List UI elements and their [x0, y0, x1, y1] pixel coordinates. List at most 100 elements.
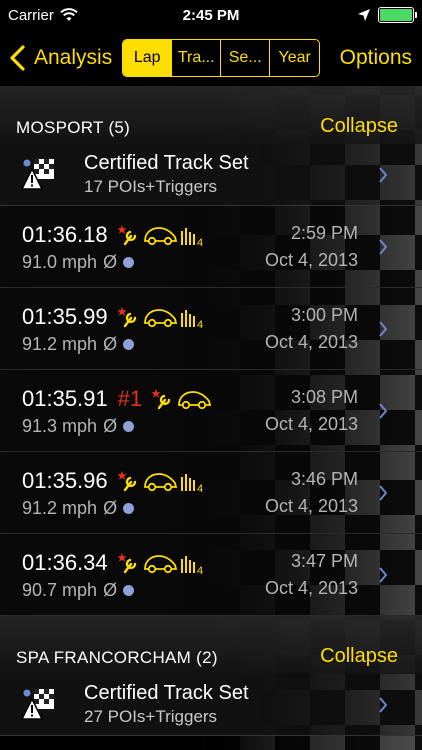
gps-signal-icon: 4: [180, 228, 203, 247]
lap-clock-time: 3:46 PM: [290, 468, 358, 489]
collapse-button[interactable]: Collapse: [320, 115, 398, 138]
lap-row-line1: 01:35.99 4: [22, 302, 265, 332]
lap-list[interactable]: MOSPORT (5) Collapse Certified Track Set…: [0, 86, 422, 750]
lap-date: Oct 4, 2013: [264, 413, 358, 434]
lap-row-line1: 01:35.91 #1: [22, 384, 265, 414]
lap-row[interactable]: 01:35.99 4 91.2 mph Ø 3:00 PM Oct 4, 2013: [0, 288, 422, 370]
starred-wrench-icon: [116, 307, 136, 328]
chevron-right-icon: [379, 320, 388, 337]
average-symbol: Ø: [103, 252, 118, 272]
lap-row[interactable]: 01:35.91 #1 91.3 mph Ø 3:08 PM Oct 4, 2013: [0, 370, 422, 452]
chevron-right-icon: [379, 238, 388, 255]
lap-icons: 4: [116, 551, 206, 575]
lap-clock-time: 3:08 PM: [290, 386, 358, 407]
lap-time: 01:35.96: [22, 468, 108, 493]
lap-row-line1: 01:36.18 4: [22, 220, 265, 250]
lap-icons: 4: [116, 223, 206, 247]
certified-track-set-title: Certified Track Set: [84, 152, 249, 174]
average-symbol: Ø: [103, 580, 118, 600]
lap-row-right: 2:59 PM Oct 4, 2013: [265, 223, 422, 271]
lap-rows: 01:36.18 4 91.0 mph Ø 2:59 PM Oct 4, 2013 01:3…: [0, 206, 422, 616]
wifi-icon: [60, 8, 78, 21]
collapse-button[interactable]: Collapse: [320, 645, 398, 668]
lap-icons: [150, 387, 212, 411]
lap-time: 01:36.34: [22, 550, 108, 575]
car-icon: [143, 227, 177, 246]
car-icon: [178, 391, 212, 410]
lap-row-left: 01:36.18 4 91.0 mph Ø: [22, 220, 265, 273]
gps-signal-value: 4: [197, 237, 203, 247]
track-set-warning-icon: [20, 158, 54, 190]
lap-row-line2: 91.2 mph Ø: [22, 334, 265, 355]
chevron-right-icon: [379, 402, 388, 419]
lap-date: Oct 4, 2013: [264, 331, 358, 352]
average-speed: 91.3 mph: [22, 416, 98, 436]
lap-row-right: 3:00 PM Oct 4, 2013: [265, 305, 422, 353]
options-button[interactable]: Options: [340, 46, 412, 70]
segmented-control: Lap Tra... Se... Year: [122, 39, 321, 77]
location-arrow-icon: [358, 9, 370, 21]
lap-clock-time: 3:47 PM: [290, 550, 358, 571]
lap-time: 01:35.91: [22, 386, 108, 411]
certified-track-set-text: Certified Track Set 17 POIs+Triggers: [84, 152, 249, 197]
lap-row-line2: 90.7 mph Ø: [22, 580, 265, 601]
segment-track[interactable]: Tra...: [172, 40, 222, 76]
lap-row-left: 01:36.34 4 90.7 mph Ø: [22, 548, 265, 601]
gps-signal-icon: 4: [180, 310, 203, 329]
gps-signal-icon: 4: [180, 556, 203, 575]
average-symbol: Ø: [103, 334, 118, 354]
gps-signal-value: 4: [197, 483, 203, 493]
status-dot-icon: [123, 257, 135, 268]
lap-row-line2: 91.0 mph Ø: [22, 252, 265, 273]
certified-track-set-row[interactable]: Certified Track Set 17 POIs+Triggers: [0, 144, 422, 206]
segment-session[interactable]: Se...: [221, 40, 271, 76]
lap-row-right: 3:47 PM Oct 4, 2013: [265, 551, 422, 599]
lap-date: Oct 4, 2013: [264, 495, 358, 516]
average-speed: 91.2 mph: [22, 498, 98, 518]
lap-time: 01:35.99: [22, 304, 108, 329]
status-dot-icon: [123, 421, 135, 432]
navigation-bar: Analysis Lap Tra... Se... Year Options: [0, 30, 422, 86]
lap-row-left: 01:35.99 4 91.2 mph Ø: [22, 302, 265, 355]
gps-signal-value: 4: [197, 565, 203, 575]
lap-row-line2: 91.3 mph Ø: [22, 416, 265, 437]
certified-track-set-title: Certified Track Set: [84, 682, 249, 704]
section-title: SPA FRANCORCHAM (2): [16, 648, 218, 667]
lap-row-right: 3:08 PM Oct 4, 2013: [265, 387, 422, 435]
back-button[interactable]: Analysis: [0, 30, 112, 86]
certified-track-set-subtitle: 17 POIs+Triggers: [84, 177, 218, 196]
lap-date: Oct 4, 2013: [264, 249, 358, 270]
lap-row[interactable]: 01:35.96 4 91.2 mph Ø 3:46 PM Oct 4, 2013: [0, 452, 422, 534]
lap-row-line1: 01:36.34 4: [22, 548, 265, 578]
lap-row[interactable]: 01:36.18 4 91.0 mph Ø 2:59 PM Oct 4, 2013: [0, 206, 422, 288]
segment-lap[interactable]: Lap: [123, 40, 173, 76]
chevron-right-icon: [379, 566, 388, 583]
status-left: Carrier: [8, 7, 78, 24]
average-symbol: Ø: [103, 498, 118, 518]
starred-wrench-icon: [116, 553, 136, 574]
status-bar: Carrier 2:45 PM: [0, 0, 422, 30]
gps-signal-icon: 4: [180, 474, 203, 493]
certified-track-set-subtitle: 27 POIs+Triggers: [84, 707, 218, 726]
car-icon: [143, 309, 177, 328]
certified-track-set-row[interactable]: Certified Track Set 27 POIs+Triggers: [0, 674, 422, 736]
car-icon: [143, 555, 177, 574]
lap-icons: 4: [116, 305, 206, 329]
back-button-label: Analysis: [34, 46, 113, 69]
lap-rank-badge: #1: [117, 386, 143, 411]
lap-row-line2: 91.2 mph Ø: [22, 498, 265, 519]
segment-year[interactable]: Year: [270, 40, 319, 76]
chevron-right-icon: [379, 696, 388, 713]
status-dot-icon: [123, 503, 135, 514]
battery-icon: [378, 7, 417, 23]
status-dot-icon: [123, 339, 135, 350]
chevron-right-icon: [379, 166, 388, 183]
lap-date: Oct 4, 2013: [264, 577, 358, 598]
lap-row[interactable]: 01:36.34 4 90.7 mph Ø 3:47 PM Oct 4, 2013: [0, 534, 422, 616]
average-speed: 91.0 mph: [22, 252, 98, 272]
starred-wrench-icon: [151, 389, 171, 410]
average-symbol: Ø: [103, 416, 118, 436]
status-right: [358, 7, 417, 23]
section-header: MOSPORT (5) Collapse: [0, 86, 422, 144]
section-header: SPA FRANCORCHAM (2) Collapse: [0, 616, 422, 674]
